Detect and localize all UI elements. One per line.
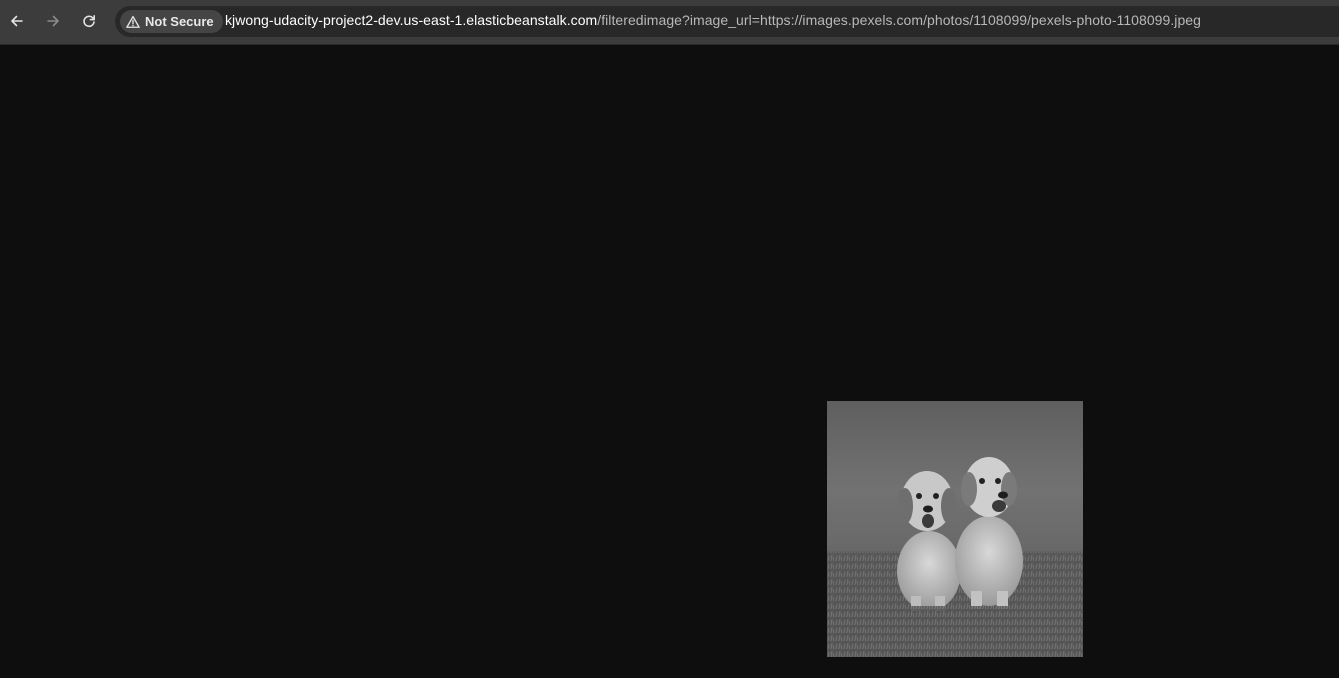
url-text[interactable]: kjwong-udacity-project2-dev.us-east-1.el…: [225, 12, 1201, 28]
warning-triangle-icon: [126, 15, 140, 28]
security-indicator[interactable]: Not Secure: [120, 10, 223, 33]
browser-toolbar: Not Secure kjwong-udacity-project2-dev.u…: [0, 0, 1339, 45]
page-viewport: [0, 46, 1339, 678]
arrow-left-icon: [11, 15, 23, 27]
url-host: kjwong-udacity-project2-dev.us-east-1.el…: [225, 12, 598, 28]
url-path: /filteredimage?image_url=https://images.…: [597, 12, 1201, 28]
filtered-image: [827, 401, 1083, 657]
grayscale-puppies-photo: [827, 401, 1083, 657]
arrow-right-icon: [47, 15, 59, 27]
reload-icon: [83, 15, 95, 28]
forward-button[interactable]: [40, 8, 66, 34]
reload-button[interactable]: [76, 8, 102, 34]
security-label: Not Secure: [145, 14, 214, 29]
address-bar[interactable]: Not Secure kjwong-udacity-project2-dev.u…: [115, 6, 1339, 37]
back-button[interactable]: [4, 8, 30, 34]
